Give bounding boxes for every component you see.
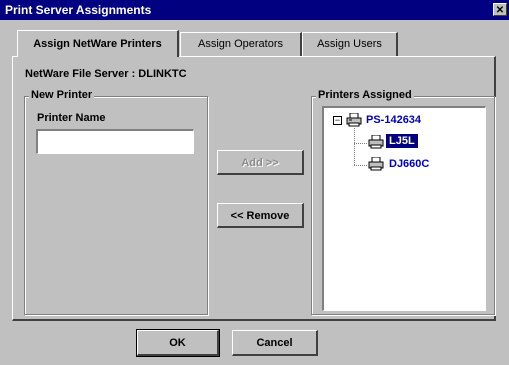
tree-connector (354, 165, 367, 166)
tree-node-root[interactable]: PS-142634 (366, 114, 421, 126)
add-button[interactable]: Add >> (217, 150, 304, 175)
title-bar: Print Server Assignments ✕ (0, 0, 509, 20)
tree-node-label: LJ5L (386, 134, 418, 148)
tree-connector (354, 128, 355, 165)
printer-name-input[interactable] (36, 129, 194, 154)
tree-node-child[interactable]: LJ5L (386, 134, 418, 148)
close-icon[interactable]: ✕ (493, 3, 507, 16)
tab-label: Assign Operators (198, 38, 283, 50)
tree-connector (354, 143, 367, 144)
tab-assign-users[interactable]: Assign Users (302, 32, 398, 56)
printer-server-icon (346, 113, 362, 127)
tree-node-label: DJ660C (389, 158, 430, 170)
file-server-label: NetWare File Server : DLINKTC (25, 68, 187, 80)
printer-icon (368, 135, 384, 149)
printer-name-label: Printer Name (37, 112, 106, 124)
cancel-button[interactable]: Cancel (232, 330, 318, 356)
new-printer-group-title: New Printer (29, 89, 95, 101)
tab-assign-operators[interactable]: Assign Operators (180, 32, 302, 56)
printers-tree[interactable]: − PS-142634 LJ5L DJ660C (322, 106, 486, 311)
tab-assign-netware-printers[interactable]: Assign NetWare Printers (17, 30, 179, 57)
print-server-dialog: Print Server Assignments ✕ Assign NetWar… (0, 0, 509, 365)
tree-node-label: PS-142634 (366, 114, 422, 126)
ok-button[interactable]: OK (136, 329, 220, 357)
collapse-icon[interactable]: − (333, 116, 342, 125)
tab-label: Assign NetWare Printers (33, 38, 162, 50)
printer-icon (368, 157, 384, 171)
tree-node-child[interactable]: DJ660C (389, 158, 429, 170)
window-title: Print Server Assignments (5, 3, 152, 17)
tab-label: Assign Users (317, 38, 382, 50)
printers-assigned-group-title: Printers Assigned (316, 89, 414, 101)
remove-button[interactable]: << Remove (217, 203, 304, 228)
